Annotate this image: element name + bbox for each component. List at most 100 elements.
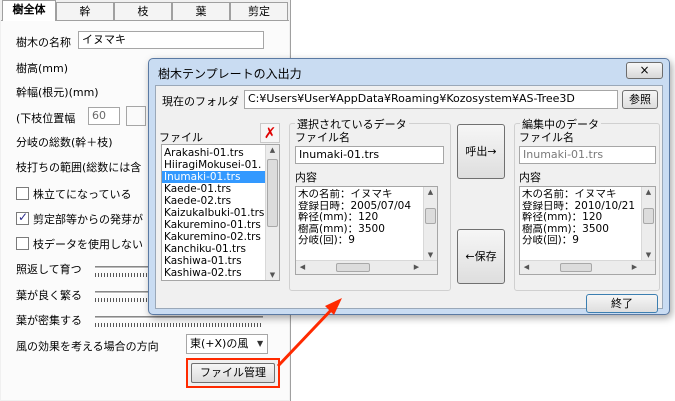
stand-checkbox-label: 株立てになっている [33,188,132,201]
scroll-left-icon[interactable]: ◀ [296,263,309,271]
slider-1-track[interactable] [95,266,150,269]
editing-content-box[interactable]: 木の名前：イヌマキ 登録日時：2010/10/21 幹径(mm)：120 樹高(mm)… [519,186,656,275]
slider-1-label: 照返して育つ [16,263,82,276]
dialog-title: 樹木テンプレートの入出力 [158,67,302,81]
slider-3-ticks [95,323,263,327]
content-line: 木の名前：イヌマキ [298,189,393,200]
selected-content-box[interactable]: 木の名前：イヌマキ 登録日時：2005/07/04 幹径(mm)：120 樹高(mm)… [295,186,438,275]
selected-content-hthumb[interactable] [336,263,370,272]
file-manage-button[interactable]: ファイル管理 [186,358,280,388]
content-line: 分岐(回)：9 [522,235,579,246]
scroll-up-icon[interactable]: ▲ [424,188,437,196]
slider-3-label: 葉が密集する [16,314,82,327]
trunk-width-label: 幹幅(根元)(mm) [16,86,99,99]
file-list-scrollbar[interactable]: ▲ ▼ [265,145,279,280]
slider-3-track[interactable] [95,316,263,319]
file-list-scroll-thumb[interactable] [267,159,278,227]
slider-2-label: 葉が良く繁る [16,289,82,302]
file-list-items: Arakashi-01.trs HiiragiMokusei-01. Inumaki… [162,147,265,279]
topping-range-label: 枝打ちの範囲(総数には含 [16,161,142,174]
scroll-right-icon[interactable]: ▶ [628,263,641,271]
template-dialog: 樹木テンプレートの入出力 × 現在のフォルダ C:¥Users¥User¥App… [148,58,670,315]
slider-2-track[interactable] [95,291,150,294]
wind-direction-select[interactable]: 東(+X)の風 [186,334,268,354]
scroll-right-icon[interactable]: ▶ [410,263,423,271]
branch-count-label: 分岐の総数(幹＋枝) [16,136,113,149]
selected-content-label: 内容 [295,171,317,184]
editing-file-field: Inumaki-01.trs [519,146,656,164]
close-icon[interactable]: × [626,62,663,79]
editing-content-label: 内容 [519,171,541,184]
file-list-item[interactable]: Kaede-01.trs [162,183,265,195]
selected-content-vthumb[interactable] [425,208,436,224]
highlight-arrow-icon [276,298,342,368]
file-list-item[interactable]: Kashiwa-01.trs [162,255,265,267]
selected-file-label: ファイル名 [295,131,350,144]
tab-branch[interactable]: 枝 [114,2,172,20]
browse-button[interactable]: 参照 [622,90,658,109]
slider-2-ticks [95,298,150,302]
exit-button[interactable]: 終了 [586,294,658,313]
content-line: 登録日時：2005/07/04 [298,200,412,212]
scroll-left-icon[interactable]: ◀ [520,263,533,271]
editing-file-label: ファイル名 [519,131,574,144]
file-list-item[interactable]: Arakashi-01.trs [162,147,265,159]
selected-content-lines: 木の名前：イヌマキ 登録日時：2005/07/04 幹径(mm)：120 樹高(mm)… [298,189,422,247]
no-branch-data-checkbox-label: 枝データを使用しない [33,238,143,251]
editing-content-hscroll[interactable]: ◀ ▶ [520,260,655,274]
wind-direction-value: 東(+X)の風 [190,337,249,350]
editing-content-vscroll[interactable]: ▲ ▼ [641,187,655,260]
lower-branch-spin[interactable] [126,106,146,126]
tree-name-input[interactable]: イヌマキ [78,31,264,49]
editing-content-vthumb[interactable] [643,208,654,224]
file-list-label: ファイル [159,131,203,144]
content-line: 木の名前：イヌマキ [522,189,617,200]
tree-name-label: 樹木の名称 [16,36,71,49]
content-line: 樹高(mm)：3500 [298,223,385,235]
prune-sprout-checkbox[interactable] [16,210,29,225]
chevron-down-icon: ▼ [257,339,264,348]
tab-leaf[interactable]: 葉 [172,2,230,20]
tab-whole-tree[interactable]: 樹全体 [2,0,56,21]
content-line: 幹径(mm)：120 [522,212,603,223]
file-list-item[interactable]: KaizukaIbuki-01.trs [162,207,265,219]
file-list-item[interactable]: Kanchiku-01.trs [162,243,265,255]
content-line: 分岐(回)：9 [298,235,355,246]
selected-content-hscroll[interactable]: ◀ ▶ [296,260,437,274]
load-button[interactable]: 呼出→ [457,124,505,179]
content-line: 幹径(mm)：120 [298,212,379,223]
editing-content-hthumb[interactable] [560,263,592,272]
file-manage-button-label: ファイル管理 [191,363,275,383]
lower-branch-input[interactable]: 60 [88,107,120,125]
dialog-body: 現在のフォルダ C:¥Users¥User¥AppData¥Roaming¥Ko… [155,85,663,313]
slider-1-ticks [95,273,150,277]
scroll-down-icon[interactable]: ▼ [266,271,279,279]
file-list-item[interactable]: Kakuremino-02.trs [162,231,265,243]
file-list-item[interactable]: Kaede-02.trs [162,195,265,207]
save-button[interactable]: ←保存 [457,229,505,284]
scroll-up-icon[interactable]: ▲ [266,146,279,154]
stand-checkbox[interactable] [16,187,29,200]
file-list-item[interactable]: Kashiwa-02.trs [162,267,265,279]
tab-trunk[interactable]: 幹 [56,2,114,20]
prune-sprout-checkbox-label: 剪定部等からの発芽が [33,213,143,226]
file-list-item[interactable]: HiiragiMokusei-01. [162,159,265,171]
delete-file-icon[interactable]: ✗ [260,123,280,143]
selected-file-field[interactable]: Inumaki-01.trs [295,146,444,164]
scroll-down-icon[interactable]: ▼ [424,251,437,259]
file-list-item[interactable]: Kakuremino-01.trs [162,219,265,231]
folder-path-field[interactable]: C:¥Users¥User¥AppData¥Roaming¥Kozosystem… [244,90,618,109]
scroll-down-icon[interactable]: ▼ [642,251,655,259]
file-list-item[interactable]: Inumaki-01.trs [162,171,265,183]
no-branch-data-checkbox[interactable] [16,237,29,250]
height-label: 樹高(mm) [16,62,69,75]
file-list[interactable]: Arakashi-01.trs HiiragiMokusei-01. Inumaki… [161,144,280,281]
editing-content-lines: 木の名前：イヌマキ 登録日時：2010/10/21 幹径(mm)：120 樹高(mm)… [522,189,640,247]
tab-pruning[interactable]: 剪定 [230,2,288,20]
scroll-up-icon[interactable]: ▲ [642,188,655,196]
lower-branch-label: (下枝位置幅 [16,112,76,125]
selected-content-vscroll[interactable]: ▲ ▼ [423,187,437,260]
content-line: 樹高(mm)：3500 [522,223,609,235]
wind-direction-label: 風の効果を考える場合の方向 [16,340,159,353]
content-line: 登録日時：2010/10/21 [522,200,636,212]
